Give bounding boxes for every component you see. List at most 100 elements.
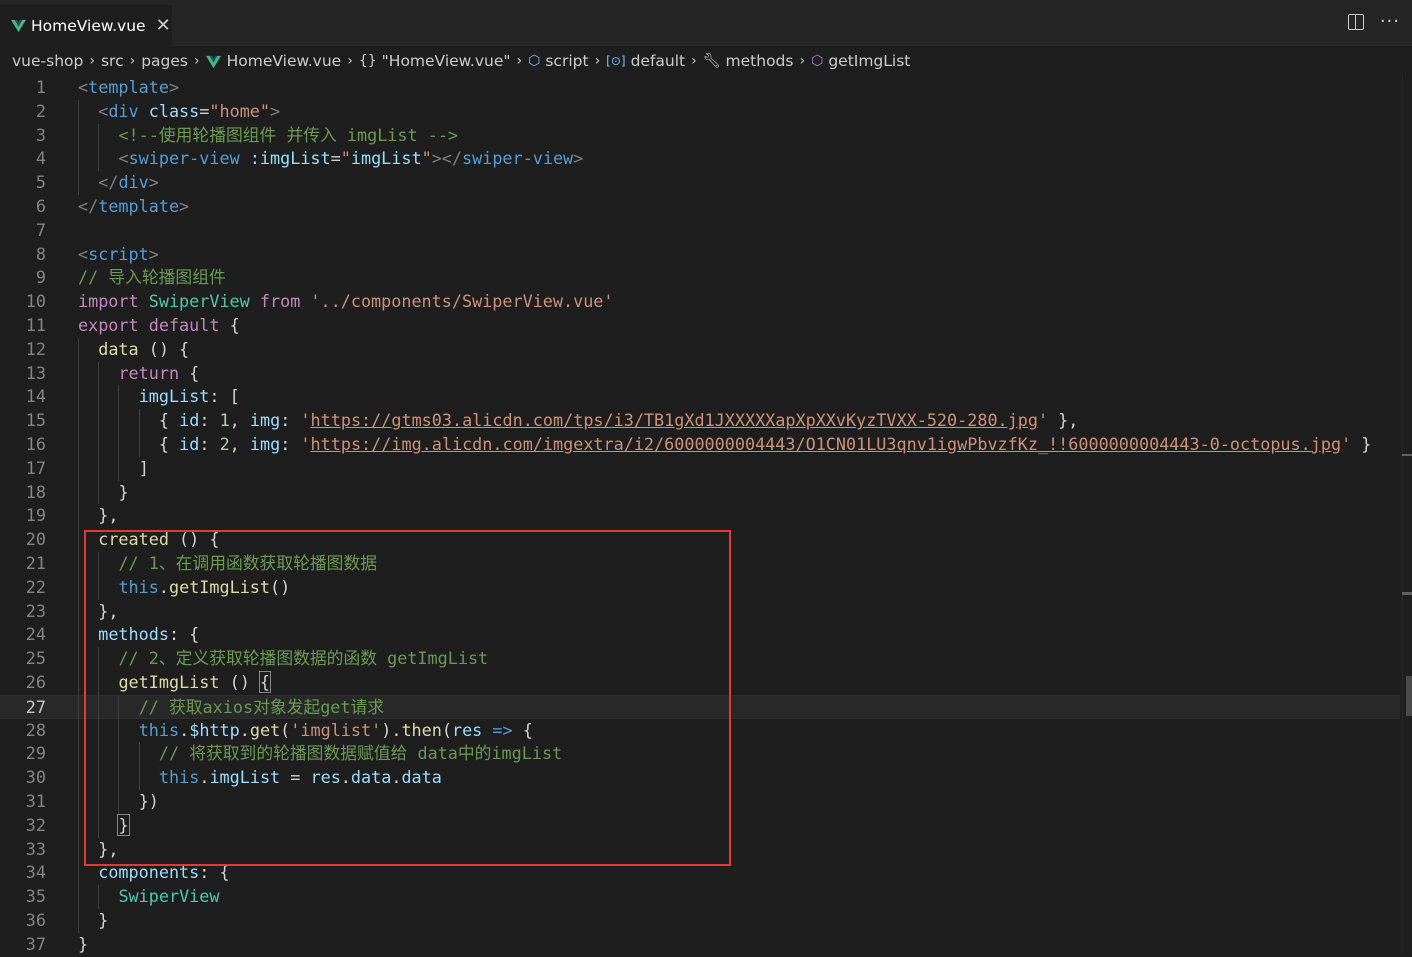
indent-guide — [118, 433, 120, 457]
indent-guide — [78, 790, 79, 814]
code-line[interactable]: 28 this.$http.get('imglist').then(res => … — [0, 718, 1400, 743]
line-number: 20 — [25, 529, 46, 550]
editor-tab-bar: HomeView.vue ✕ ··· — [0, 0, 1412, 46]
editor-scrollbar[interactable] — [1402, 76, 1412, 954]
line-number: 24 — [25, 624, 46, 645]
code-line[interactable]: 4 <swiper-view :imgList="imgList"></swipe… — [0, 147, 1400, 172]
code-line[interactable]: 8 <script> — [0, 243, 1400, 267]
tab-label: HomeView.vue — [31, 16, 146, 35]
code-line[interactable]: 29 // 将获取到的轮播图数据赋值给 data中的imgList — [0, 742, 1400, 767]
code-editor[interactable]: 1 <template> 2 <div class="home"> 3 <!--使用轮播图… — [0, 76, 1412, 954]
breadcrumb-item[interactable]: [⊙] default — [606, 52, 685, 70]
code-line[interactable]: 19}, — [0, 504, 1400, 529]
indent-guide — [98, 123, 100, 148]
breadcrumb-item[interactable]: ⬡ script — [528, 52, 588, 70]
code-line[interactable]: 22 this.getImgList() — [0, 575, 1400, 600]
split-editor-icon[interactable] — [1347, 14, 1364, 30]
indent-guide — [78, 885, 79, 909]
breadcrumb-label: default — [630, 52, 686, 70]
breadcrumb-item[interactable]: HomeView.vue — [205, 52, 341, 70]
breadcrumb-item[interactable]: pages — [141, 52, 188, 70]
more-actions-icon[interactable]: ··· — [1380, 13, 1400, 31]
code-line[interactable]: 32} — [0, 813, 1400, 838]
code-line[interactable]: 15 { id: 1, img: 'https://gtms03.alicdn.c… — [0, 409, 1400, 433]
indent-guide — [78, 695, 79, 720]
indent-guide — [78, 671, 79, 695]
code-line[interactable]: 21 // 1、在调用函数获取轮播图数据 — [0, 552, 1400, 576]
vue-icon — [205, 55, 221, 68]
indent-guide — [118, 790, 120, 814]
indent-guide — [78, 718, 79, 743]
line-number: 6 — [35, 196, 46, 216]
code-line[interactable]: 7 — [0, 219, 1400, 243]
breadcrumb-item[interactable]: {} "HomeView.vue" — [359, 52, 511, 70]
code-text: // 1、在调用函数获取轮播图数据 — [118, 553, 378, 573]
code-text: <div class="home"> — [98, 100, 281, 121]
tab-homeview[interactable]: HomeView.vue ✕ — [0, 5, 172, 46]
code-line[interactable]: 1 <template> — [0, 76, 1400, 100]
indent-guide — [98, 813, 100, 838]
breadcrumb-item[interactable]: 🔧︎ methods — [703, 52, 794, 70]
line-number: 30 — [25, 767, 46, 788]
code-line[interactable]: 14 imgList: [ — [0, 385, 1400, 410]
code-line[interactable]: 33}, — [0, 837, 1400, 862]
code-line[interactable]: 2 <div class="home"> — [0, 99, 1400, 124]
breadcrumb-item[interactable]: ⬡ getImgList — [811, 52, 910, 70]
breadcrumb-item[interactable]: src — [101, 52, 124, 70]
code-text: methods: { — [98, 624, 200, 645]
code-line[interactable]: 16 { id: 2, img: 'https://img.alicdn.com/… — [0, 433, 1400, 457]
variable-icon: [⊙] — [606, 54, 626, 68]
indent-guide — [118, 385, 120, 410]
code-line[interactable]: 18} — [0, 480, 1400, 505]
code-text: }, — [98, 600, 119, 621]
line-number: 28 — [25, 719, 46, 740]
code-line[interactable]: 26 getImgList () { — [0, 671, 1400, 695]
code-line[interactable]: 11 export default { — [0, 314, 1400, 338]
code-line[interactable]: 27 // 获取axios对象发起get请求 — [0, 694, 1400, 720]
indent-guide — [98, 742, 100, 767]
code-line[interactable]: 12 data () { — [0, 337, 1400, 362]
code-line[interactable]: 20 created () { — [0, 528, 1400, 552]
method-icon: ⬡ — [811, 53, 824, 69]
indent-guide — [138, 742, 140, 767]
code-text: } — [98, 910, 109, 930]
code-line[interactable]: 23}, — [0, 599, 1400, 624]
code-line[interactable]: 25 // 2、定义获取轮播图数据的函数 getImgList — [0, 647, 1400, 671]
code-line[interactable]: 36} — [0, 909, 1400, 933]
code-line[interactable]: 35 SwiperView — [0, 885, 1400, 909]
code-line[interactable]: 37} — [0, 933, 1400, 957]
code-line[interactable]: 5 </div> — [0, 171, 1400, 195]
breadcrumb-item[interactable]: vue-shop — [12, 52, 83, 70]
indent-guide — [98, 409, 100, 433]
line-number: 29 — [25, 743, 46, 764]
code-line[interactable]: 9 // 导入轮播图组件 — [0, 266, 1400, 290]
chevron-right-icon: › — [516, 53, 523, 69]
code-text: export default { — [78, 315, 240, 335]
line-number: 14 — [25, 386, 46, 407]
code-line[interactable]: 13 return { — [0, 361, 1400, 386]
code-text: this.imgList = res.data.data — [158, 767, 442, 788]
braces-icon: {} — [358, 53, 377, 69]
code-line[interactable]: 6 </template> — [0, 195, 1400, 219]
indent-guide — [98, 456, 100, 481]
code-line[interactable]: 17] — [0, 456, 1400, 481]
code-text: </template> — [78, 196, 190, 216]
line-number: 35 — [25, 886, 46, 907]
code-line[interactable]: 31}) — [0, 790, 1400, 814]
code-line[interactable]: 24 methods: { — [0, 623, 1400, 648]
indent-guide — [78, 171, 79, 195]
close-icon[interactable]: ✕ — [156, 16, 171, 35]
code-line[interactable]: 30 this.imgList = res.data.data — [0, 766, 1400, 790]
code-text: }) — [138, 791, 159, 811]
indent-guide — [78, 337, 79, 362]
code-text: getImgList () { — [118, 671, 272, 693]
code-line[interactable]: 34 components: { — [0, 861, 1400, 886]
line-number: 10 — [25, 291, 46, 312]
indent-guide — [138, 433, 140, 457]
line-number: 15 — [25, 410, 46, 431]
code-line[interactable]: 3 <!--使用轮播图组件 并传入 imgList --> — [0, 123, 1400, 148]
scroll-thumb[interactable] — [1406, 676, 1412, 716]
code-line[interactable]: 10 import SwiperView from '../components/… — [0, 290, 1400, 314]
scroll-marker — [1402, 592, 1412, 595]
code-text: created () { — [98, 529, 220, 550]
